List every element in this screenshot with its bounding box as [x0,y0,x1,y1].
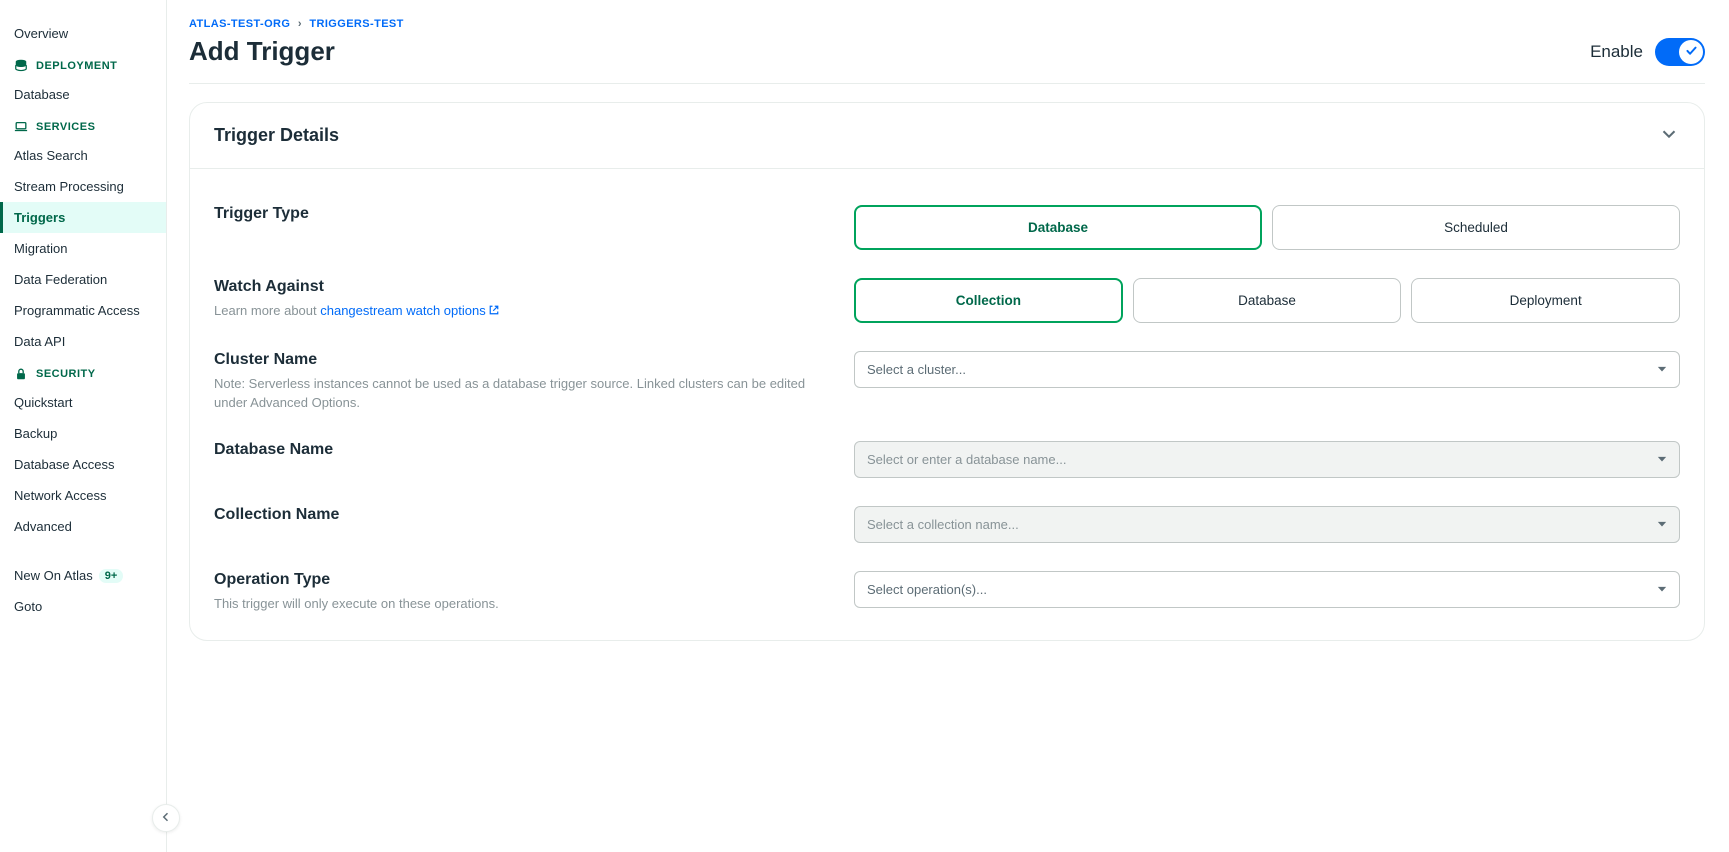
sidebar-item-backup[interactable]: Backup [0,418,166,449]
sidebar-item-atlas-search[interactable]: Atlas Search [0,140,166,171]
sidebar-item-advanced[interactable]: Advanced [0,511,166,542]
cluster-name-label: Cluster Name [214,351,814,369]
sidebar-item-label: Goto [14,599,42,614]
sidebar-item-goto[interactable]: Goto [0,591,166,622]
enable-label: Enable [1590,42,1643,62]
select-placeholder: Select a cluster... [867,362,966,377]
sidebar-item-label: Network Access [14,488,106,503]
watch-against-helper: Learn more about changestream watch opti… [214,302,814,321]
sidebar-item-migration[interactable]: Migration [0,233,166,264]
sidebar-item-label: Programmatic Access [14,303,140,318]
sidebar-item-label: Data API [14,334,65,349]
watch-against-option-deployment[interactable]: Deployment [1411,278,1680,323]
sidebar-item-quickstart[interactable]: Quickstart [0,387,166,418]
trigger-details-card: Trigger Details Trigger Type Database Sc… [189,102,1705,641]
database-name-select[interactable]: Select or enter a database name... [854,441,1680,478]
sidebar-item-label: Stream Processing [14,179,124,194]
sidebar-item-database[interactable]: Database [0,79,166,110]
helper-text: Learn more about [214,303,320,318]
collection-name-label: Collection Name [214,506,814,524]
external-link-icon [488,303,500,315]
operation-type-helper: This trigger will only execute on these … [214,595,814,614]
operation-type-label: Operation Type [214,571,814,589]
sidebar-section-deployment: DEPLOYMENT [0,49,166,79]
sidebar-item-triggers[interactable]: Triggers [0,202,166,233]
breadcrumb-project[interactable]: TRIGGERS-TEST [309,18,403,30]
checkmark-icon [1685,44,1698,60]
section-label: DEPLOYMENT [36,60,117,72]
watch-against-label: Watch Against [214,278,814,296]
sidebar-item-database-access[interactable]: Database Access [0,449,166,480]
sidebar-item-label: Database [14,87,70,102]
caret-down-icon [1657,517,1667,532]
select-placeholder: Select or enter a database name... [867,452,1066,467]
sidebar-item-label: Backup [14,426,57,441]
sidebar-item-data-federation[interactable]: Data Federation [0,264,166,295]
database-stack-icon [14,59,28,73]
sidebar-item-new-on-atlas[interactable]: New On Atlas 9+ [0,560,166,591]
collection-name-select[interactable]: Select a collection name... [854,506,1680,543]
select-placeholder: Select operation(s)... [867,582,987,597]
chevron-left-icon [160,810,172,826]
sidebar-item-label: New On Atlas [14,568,93,583]
trigger-type-group: Database Scheduled [854,205,1680,250]
caret-down-icon [1657,452,1667,467]
enable-toggle[interactable] [1655,38,1705,66]
sidebar-item-label: Atlas Search [14,148,88,163]
sidebar-item-label: Advanced [14,519,72,534]
sidebar: Overview DEPLOYMENT Database SERVICES At… [0,0,167,852]
database-name-label: Database Name [214,441,814,459]
new-on-atlas-badge: 9+ [99,569,124,583]
caret-down-icon [1657,362,1667,377]
sidebar-collapse-button[interactable] [152,804,180,832]
lock-icon [14,367,28,381]
operation-type-select[interactable]: Select operation(s)... [854,571,1680,608]
watch-against-group: Collection Database Deployment [854,278,1680,323]
trigger-details-header[interactable]: Trigger Details [190,103,1704,169]
breadcrumb-org[interactable]: ATLAS-TEST-ORG [189,18,290,30]
sidebar-item-data-api[interactable]: Data API [0,326,166,357]
trigger-type-option-scheduled[interactable]: Scheduled [1272,205,1680,250]
cluster-name-select[interactable]: Select a cluster... [854,351,1680,388]
page-title: Add Trigger [189,36,335,67]
watch-against-option-database[interactable]: Database [1133,278,1402,323]
sidebar-section-security: SECURITY [0,357,166,387]
breadcrumb-separator: › [298,18,302,30]
sidebar-section-services: SERVICES [0,110,166,140]
changestream-watch-options-link[interactable]: changestream watch options [320,303,499,318]
sidebar-item-label: Overview [14,26,68,41]
sidebar-item-programmatic-access[interactable]: Programmatic Access [0,295,166,326]
sidebar-item-overview[interactable]: Overview [0,18,166,49]
sidebar-item-label: Database Access [14,457,114,472]
trigger-type-label: Trigger Type [214,205,814,223]
sidebar-item-label: Data Federation [14,272,107,287]
main-content: ATLAS-TEST-ORG › TRIGGERS-TEST Add Trigg… [167,0,1729,852]
sidebar-item-label: Quickstart [14,395,73,410]
trigger-type-option-database[interactable]: Database [854,205,1262,250]
section-label: SERVICES [36,121,95,133]
laptop-icon [14,120,28,134]
chevron-down-icon [1658,123,1680,148]
caret-down-icon [1657,582,1667,597]
breadcrumb: ATLAS-TEST-ORG › TRIGGERS-TEST [189,18,1705,30]
cluster-name-helper: Note: Serverless instances cannot be use… [214,375,814,413]
select-placeholder: Select a collection name... [867,517,1019,532]
sidebar-item-label: Migration [14,241,67,256]
card-title: Trigger Details [214,125,339,146]
sidebar-item-stream-processing[interactable]: Stream Processing [0,171,166,202]
sidebar-item-label: Triggers [14,210,65,225]
sidebar-item-network-access[interactable]: Network Access [0,480,166,511]
section-label: SECURITY [36,368,96,380]
watch-against-option-collection[interactable]: Collection [854,278,1123,323]
